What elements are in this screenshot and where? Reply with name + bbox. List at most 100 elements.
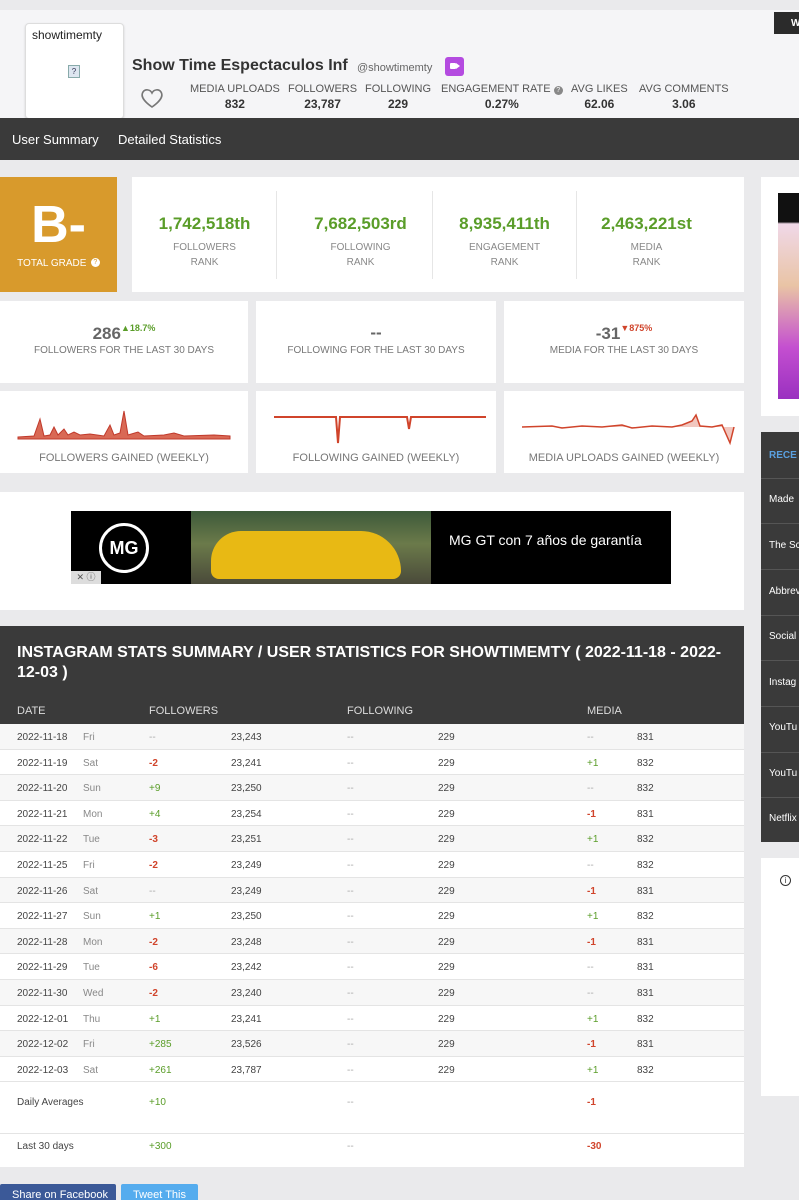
help-icon[interactable]: ?	[553, 86, 563, 95]
tab-detailed-statistics[interactable]: Detailed Statistics	[118, 132, 221, 147]
sidebar-ad[interactable]	[761, 177, 799, 416]
sidebar-item-0[interactable]: Made	[769, 494, 799, 505]
followers-sparkline	[17, 410, 231, 440]
cell-date: 2022-11-19	[17, 757, 68, 769]
rank-panel: 1,742,518th FOLLOWERS RANK 7,682,503rd FOLL…	[132, 177, 744, 292]
cell-fol: 23,241	[231, 757, 262, 769]
cell-media: 831	[637, 732, 654, 743]
profile-handle: @showtimemty	[357, 62, 433, 74]
table-row: 2022-12-02 Fri +285 23,526 -- 229 -1 831	[0, 1031, 744, 1057]
table-row: 2022-11-30 Wed -2 23,240 -- 229 -- 831	[0, 980, 744, 1006]
cell-gchg: --	[347, 962, 354, 974]
cell-fing: 229	[438, 1013, 455, 1025]
cell-mchg: --	[587, 732, 594, 743]
stat-followers: FOLLOWERS 23,787	[288, 83, 358, 111]
cell-media: 832	[637, 757, 654, 769]
cell-fchg: +1	[149, 1013, 161, 1025]
last-30-days-row: Last 30 days +300 -- -30	[17, 1141, 602, 1152]
sidebar-item-7[interactable]: Netflix	[769, 813, 799, 824]
cell-day: Tue	[83, 962, 100, 974]
sidebar-item-2[interactable]: Abbrev	[769, 586, 799, 597]
advertisement-banner[interactable]: MG MG GT con 7 años de garantía ✕ ⓘ	[71, 511, 671, 584]
cell-gchg: --	[347, 1013, 354, 1025]
table-row: 2022-12-01 Thu +1 23,241 -- 229 +1 832	[0, 1006, 744, 1032]
video-camera-icon[interactable]	[445, 57, 464, 76]
cell-date: 2022-11-25	[17, 860, 68, 871]
cell-date: 2022-11-28	[17, 936, 68, 948]
cell-fol: 23,241	[231, 1013, 262, 1025]
cell-mchg: -1	[587, 1039, 596, 1051]
cell-fchg: +261	[149, 1064, 172, 1076]
top-right-button[interactable]: W	[774, 12, 799, 34]
cell-gchg: --	[347, 1064, 354, 1076]
cell-fchg: --	[149, 885, 156, 897]
heart-icon[interactable]	[139, 85, 165, 111]
cell-mchg: --	[587, 860, 594, 871]
cell-day: Thu	[83, 1013, 101, 1025]
cell-fing: 229	[438, 783, 455, 795]
cell-day: Sun	[83, 911, 101, 923]
stat-media-uploads: MEDIA UPLOADS 832	[190, 83, 280, 111]
table-row: 2022-11-29 Tue -6 23,242 -- 229 -- 831	[0, 954, 744, 980]
cell-media: 831	[637, 808, 654, 820]
cell-mchg: -1	[587, 808, 596, 820]
cell-media: 831	[637, 962, 654, 974]
cell-fing: 229	[438, 757, 455, 769]
cell-day: Sat	[83, 1064, 99, 1076]
cell-gchg: --	[347, 936, 354, 948]
rank-following: 7,682,503rd FOLLOWING RANK	[288, 177, 433, 292]
cell-day: Fri	[83, 1039, 95, 1051]
table-row: 2022-11-26 Sat -- 23,249 -- 229 -1 831	[0, 877, 744, 904]
cell-media: 831	[637, 885, 654, 897]
cell-fol: 23,242	[231, 962, 262, 974]
table-title: INSTAGRAM STATS SUMMARY / USER STATISTIC…	[0, 626, 744, 698]
media-sparkline-box: MEDIA UPLOADS GAINED (WEEKLY)	[504, 391, 744, 473]
rank-media: 2,463,221st MEDIA RANK	[601, 214, 692, 268]
car-image	[191, 511, 431, 584]
table-header: DATE FOLLOWERS FOLLOWING MEDIA	[0, 698, 744, 724]
sidebar-item-4[interactable]: Instag	[769, 677, 799, 688]
info-icon[interactable]: i	[780, 875, 791, 886]
sidebar-item-6[interactable]: YouTu	[769, 768, 799, 779]
share-facebook-button[interactable]: Share on Facebook	[0, 1184, 116, 1200]
total-grade-box: B- TOTAL GRADE ?	[0, 177, 117, 292]
cell-gchg: --	[347, 757, 354, 769]
tab-user-summary[interactable]: User Summary	[12, 132, 99, 147]
cell-date: 2022-11-27	[17, 911, 68, 923]
cell-fing: 229	[438, 885, 455, 897]
cell-fchg: --	[149, 732, 156, 743]
profile-header: showtimemty ? Show Time Espectaculos Inf…	[0, 10, 799, 119]
stat-engagement-rate: ENGAGEMENT RATE ? 0.27%	[441, 83, 563, 111]
table-row: 2022-11-25 Fri -2 23,249 -- 229 -- 832	[0, 852, 744, 878]
cell-media: 832	[637, 834, 654, 846]
cell-media: 832	[637, 783, 654, 795]
cell-fchg: +9	[149, 783, 161, 795]
cell-fing: 229	[438, 1039, 455, 1051]
cell-gchg: --	[347, 988, 354, 999]
followers-30-days-box: 286▲18.7% FOLLOWERS FOR THE LAST 30 DAYS	[0, 301, 248, 383]
cell-fol: 23,787	[231, 1064, 262, 1076]
cell-fchg: +4	[149, 808, 161, 820]
stats-table: INSTAGRAM STATS SUMMARY / USER STATISTIC…	[0, 626, 744, 1167]
cell-mchg: +1	[587, 757, 599, 769]
cell-fol: 23,250	[231, 911, 262, 923]
cell-mchg: --	[587, 962, 594, 974]
cell-fol: 23,240	[231, 988, 262, 999]
cell-fing: 229	[438, 988, 455, 999]
ad-text: MG GT con 7 años de garantía	[449, 532, 642, 548]
cell-day: Sun	[83, 783, 101, 795]
ad-close-icon[interactable]: ✕ ⓘ	[71, 571, 101, 584]
cell-gchg: --	[347, 834, 354, 846]
cell-media: 831	[637, 988, 654, 999]
sidebar-item-5[interactable]: YouTu	[769, 722, 799, 733]
sidebar-item-3[interactable]: Social	[769, 631, 799, 642]
table-row: 2022-11-18 Fri -- 23,243 -- 229 -- 831	[0, 724, 744, 750]
cell-mchg: +1	[587, 1013, 599, 1025]
tweet-button[interactable]: Tweet This	[121, 1184, 198, 1200]
broken-image-icon: ?	[68, 65, 80, 78]
cell-gchg: --	[347, 732, 354, 743]
sidebar-item-1[interactable]: The Sc	[769, 540, 799, 551]
mg-logo: MG	[99, 523, 149, 573]
help-icon[interactable]: ?	[90, 258, 100, 267]
cell-date: 2022-11-20	[17, 783, 68, 795]
